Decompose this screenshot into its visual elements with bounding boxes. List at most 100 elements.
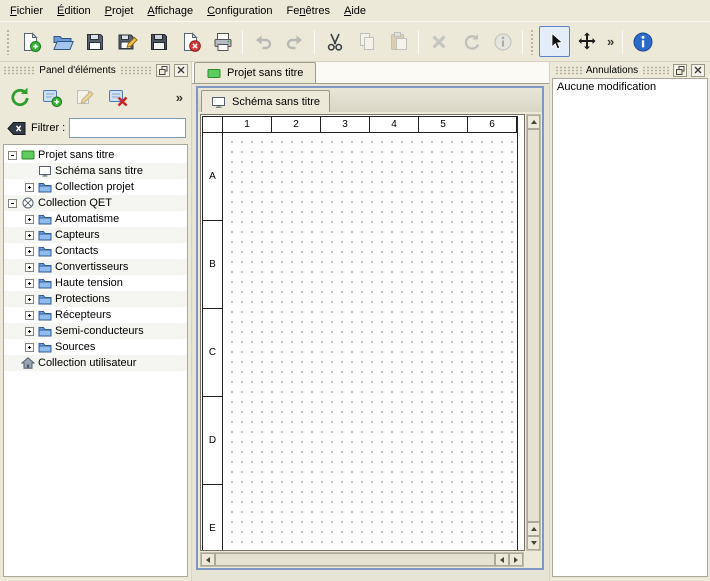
tree-item-capteurs[interactable]: Capteurs [4, 227, 187, 243]
move-arrows-icon [576, 31, 598, 53]
expand-expander-icon[interactable] [25, 263, 34, 272]
tree-item-collection-qet[interactable]: Collection QET [4, 195, 187, 211]
print-button[interactable] [207, 26, 238, 57]
toolbar-separator [622, 30, 623, 54]
save-button[interactable] [79, 26, 110, 57]
menu-affichage[interactable]: Affichage [140, 2, 200, 20]
undo-panel-titlebar[interactable]: Annulations [552, 62, 708, 78]
scroll-left-button[interactable] [495, 553, 509, 566]
expand-expander-icon[interactable] [25, 183, 34, 192]
left-arrow-icon [206, 557, 210, 563]
pan-mode-button[interactable] [571, 26, 602, 57]
column-header: 1 [223, 117, 272, 133]
expand-expander-icon[interactable] [25, 215, 34, 224]
close-file-button[interactable] [175, 26, 206, 57]
tree-item-collection-projet[interactable]: Collection projet [4, 179, 187, 195]
schema-grid-canvas[interactable] [223, 133, 517, 551]
tree-item-project[interactable]: Projet sans titre [4, 147, 187, 163]
tree-item-convertisseurs[interactable]: Convertisseurs [4, 259, 187, 275]
scroll-up-button[interactable] [527, 115, 540, 129]
tab-projet-sans-titre[interactable]: Projet sans titre [194, 62, 316, 83]
dock-drag-handle[interactable] [555, 66, 582, 75]
tree-item-collection-utilisateur[interactable]: Collection utilisateur [4, 355, 187, 371]
toolbar-overflow-chevron[interactable]: » [603, 34, 618, 49]
horizontal-scroll-thumb[interactable] [215, 553, 495, 566]
menu-aide[interactable]: Aide [337, 2, 373, 20]
dock-drag-handle[interactable] [3, 66, 35, 75]
clear-filter-button[interactable] [5, 119, 27, 137]
expand-expander-icon[interactable] [25, 295, 34, 304]
dock-drag-handle[interactable] [120, 66, 152, 75]
about-qet-button[interactable] [627, 26, 658, 57]
menu-projet[interactable]: Projet [98, 2, 141, 20]
subwindow-bottom [198, 551, 542, 568]
tree-item-schema[interactable]: Schéma sans titre [4, 163, 187, 179]
toolbar-separator [522, 30, 523, 54]
delete-selection-button[interactable] [423, 26, 454, 57]
paste-button[interactable] [383, 26, 414, 57]
open-project-button[interactable] [47, 26, 78, 57]
delete-element-button[interactable] [103, 82, 133, 112]
expand-expander-icon[interactable] [25, 343, 34, 352]
tree-item-automatisme[interactable]: Automatisme [4, 211, 187, 227]
copy-button[interactable] [351, 26, 382, 57]
save-as-icon [116, 31, 138, 53]
expand-expander-icon[interactable] [25, 279, 34, 288]
collapse-expander-icon[interactable] [8, 199, 17, 208]
reload-collections-button[interactable] [4, 82, 34, 112]
folder-icon [37, 245, 52, 258]
expand-expander-icon[interactable] [25, 327, 34, 336]
menu-edition[interactable]: Édition [50, 2, 98, 20]
filter-row: Filtrer : [0, 114, 191, 142]
float-panel-button[interactable] [156, 64, 170, 77]
tree-item-contacts[interactable]: Contacts [4, 243, 187, 259]
filter-input[interactable] [69, 118, 186, 138]
tab-schema-sans-titre[interactable]: Schéma sans titre [201, 90, 330, 112]
folder-icon [37, 213, 52, 226]
new-element-button[interactable] [37, 82, 67, 112]
close-panel-button[interactable] [691, 64, 705, 77]
toolbar-drag-handle[interactable] [530, 29, 535, 55]
new-document-button[interactable] [15, 26, 46, 57]
expand-expander-icon[interactable] [25, 231, 34, 240]
expand-expander-icon[interactable] [25, 247, 34, 256]
float-panel-button[interactable] [673, 64, 687, 77]
dock-drag-handle[interactable] [642, 66, 669, 75]
delete-x-icon [428, 31, 450, 53]
selection-properties-button[interactable] [487, 26, 518, 57]
tree-item-protections[interactable]: Protections [4, 291, 187, 307]
panel-overflow-chevron[interactable]: » [172, 90, 187, 105]
tree-item-semi-conducteurs[interactable]: Semi-conducteurs [4, 323, 187, 339]
rotate-icon [460, 31, 482, 53]
save-all-button[interactable] [143, 26, 174, 57]
menu-configuration[interactable]: Configuration [200, 2, 279, 20]
collapse-expander-icon[interactable] [8, 151, 17, 160]
menu-fenetres[interactable]: Fenêtres [280, 2, 337, 20]
redo-button[interactable] [279, 26, 310, 57]
tree-item-sources[interactable]: Sources [4, 339, 187, 355]
tree-item-haute-tension[interactable]: Haute tension [4, 275, 187, 291]
cut-button[interactable] [319, 26, 350, 57]
edit-element-button[interactable] [70, 82, 100, 112]
close-panel-button[interactable] [174, 64, 188, 77]
toolbar-drag-handle[interactable] [6, 29, 11, 55]
select-mode-button[interactable] [539, 26, 570, 57]
vertical-scrollbar[interactable] [526, 114, 541, 551]
tree-item-recepteurs[interactable]: Récepteurs [4, 307, 187, 323]
vertical-scroll-thumb[interactable] [527, 129, 540, 522]
undo-history-list[interactable]: Aucune modification [552, 78, 708, 577]
rotate-selection-button[interactable] [455, 26, 486, 57]
undo-button[interactable] [247, 26, 278, 57]
save-as-button[interactable] [111, 26, 142, 57]
expand-expander-icon[interactable] [25, 311, 34, 320]
elements-panel-titlebar[interactable]: Panel d'éléments [0, 62, 191, 78]
menu-fichier[interactable]: Fichier [3, 2, 50, 20]
row-header: D [203, 397, 223, 485]
frame-corner [203, 117, 223, 133]
horizontal-scrollbar[interactable] [200, 552, 524, 567]
scroll-up-button[interactable] [527, 522, 540, 536]
scroll-right-button[interactable] [509, 553, 523, 566]
main-area: Panel d'éléments » Filtrer : [0, 62, 710, 581]
scroll-left-button[interactable] [201, 553, 215, 566]
scroll-down-button[interactable] [527, 536, 540, 550]
